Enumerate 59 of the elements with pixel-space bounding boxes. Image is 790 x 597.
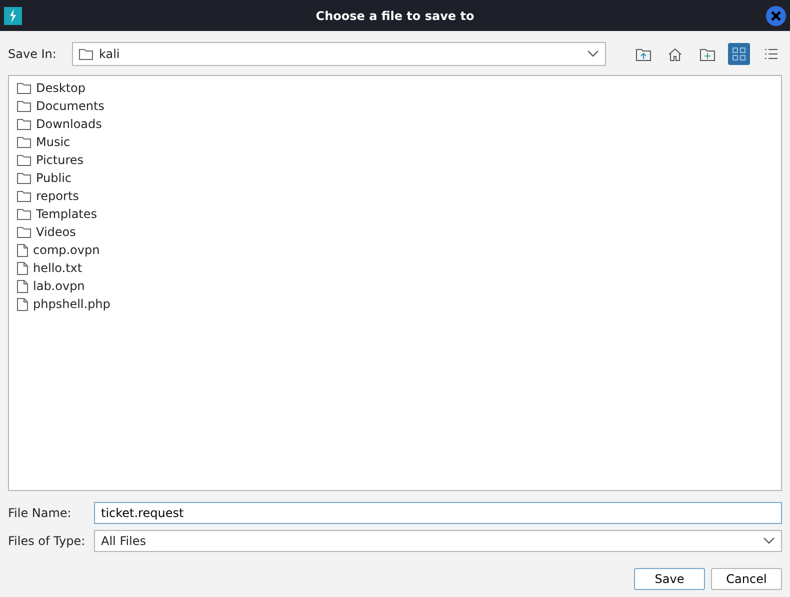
save-button[interactable]: Save: [634, 568, 705, 590]
list-view-icon: [764, 48, 778, 60]
file-name: phpshell.php: [33, 297, 110, 311]
file-name: Videos: [36, 225, 76, 239]
file-item[interactable]: phpshell.php: [17, 295, 110, 313]
file-item[interactable]: Templates: [17, 205, 98, 223]
file-name: Music: [36, 135, 70, 149]
file-name: comp.ovpn: [33, 243, 100, 257]
folder-icon: [17, 172, 31, 184]
grid-view-icon: [732, 47, 746, 61]
file-item[interactable]: Videos: [17, 223, 76, 241]
app-icon: [4, 7, 22, 25]
file-name-field[interactable]: ticket.request: [94, 502, 782, 524]
file-item[interactable]: hello.txt: [17, 259, 82, 277]
home-icon: [668, 48, 682, 60]
folder-icon: [17, 190, 31, 202]
file-name: reports: [36, 189, 79, 203]
folder-icon: [17, 136, 31, 148]
file-name: Pictures: [36, 153, 84, 167]
folder-icon: [17, 82, 31, 94]
file-item[interactable]: comp.ovpn: [17, 241, 100, 259]
close-icon[interactable]: [766, 6, 786, 26]
grid-button[interactable]: [728, 43, 750, 65]
file-item[interactable]: Desktop: [17, 79, 86, 97]
file-item[interactable]: reports: [17, 187, 79, 205]
file-item[interactable]: Pictures: [17, 151, 84, 169]
file-icon: [17, 280, 28, 292]
folder-icon: [17, 118, 31, 130]
save-in-label: Save In:: [8, 47, 58, 61]
file-name: Templates: [36, 207, 98, 221]
file-name-label: File Name:: [8, 506, 72, 520]
file-name: lab.ovpn: [33, 279, 85, 293]
folder-icon: [79, 48, 93, 60]
folder-icon: [17, 154, 31, 166]
file-item[interactable]: lab.ovpn: [17, 277, 85, 295]
folder-up-icon: [636, 48, 650, 60]
folder-icon: [17, 100, 31, 112]
file-item[interactable]: Documents: [17, 97, 104, 115]
file-icon: [17, 262, 28, 274]
save-in-dropdown[interactable]: kali: [72, 42, 606, 66]
window-title: Choose a file to save to: [316, 8, 474, 22]
file-name: Downloads: [36, 117, 102, 131]
file-name: hello.txt: [33, 261, 82, 275]
file-name: Public: [36, 171, 72, 185]
file-item[interactable]: Music: [17, 133, 70, 151]
file-type-dropdown[interactable]: All Files: [94, 530, 782, 552]
new-folder-icon: [700, 48, 714, 60]
file-item[interactable]: Downloads: [17, 115, 102, 133]
file-name: Documents: [36, 99, 104, 113]
cancel-button[interactable]: Cancel: [711, 568, 782, 590]
file-type-label: Files of Type:: [8, 534, 86, 548]
chevron-down-icon: [587, 50, 599, 58]
file-icon: [17, 298, 28, 310]
file-name: Desktop: [36, 81, 86, 95]
chevron-down-icon: [763, 537, 775, 545]
folder-icon: [17, 226, 31, 238]
file-icon: [17, 244, 28, 256]
folder-icon: [17, 208, 31, 220]
file-item[interactable]: Public: [17, 169, 72, 187]
